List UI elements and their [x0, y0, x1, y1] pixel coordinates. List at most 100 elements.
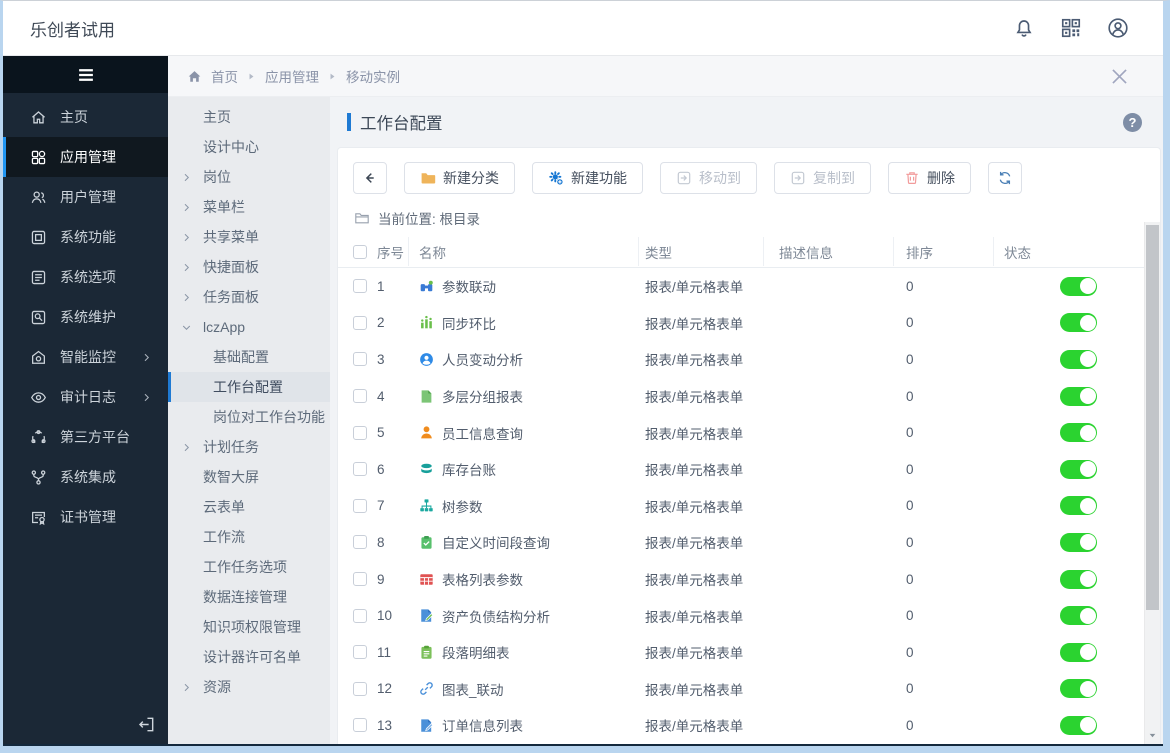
- row-checkbox[interactable]: [353, 279, 367, 294]
- row-checkbox[interactable]: [353, 572, 367, 587]
- sidebar-item-4[interactable]: 系统选项: [3, 257, 168, 297]
- status-toggle[interactable]: [1060, 715, 1097, 735]
- status-toggle[interactable]: [1060, 569, 1097, 589]
- row-checkbox[interactable]: [353, 718, 367, 733]
- subnav-item-4[interactable]: 共享菜单: [168, 222, 330, 252]
- subnav-item-7[interactable]: lczApp: [168, 312, 330, 342]
- row-sort: 0: [906, 644, 914, 660]
- workbench-panel: 新建分类 新建功能 移动到 复制到 删除 当前位置: 根目录 序号 名称 类型 …: [337, 147, 1161, 744]
- row-name[interactable]: 段落明细表: [442, 642, 510, 662]
- row-num: 4: [377, 388, 385, 404]
- hamburger-button[interactable]: [3, 56, 168, 93]
- sidebar-item-2[interactable]: 用户管理: [3, 177, 168, 217]
- status-toggle[interactable]: [1060, 386, 1097, 406]
- logout-button[interactable]: [137, 715, 156, 734]
- sidebar-item-9[interactable]: 系统集成: [3, 457, 168, 497]
- coins-icon: [419, 462, 434, 477]
- select-all-checkbox[interactable]: [353, 244, 367, 259]
- row-name[interactable]: 参数联动: [442, 276, 496, 296]
- breadcrumb-item[interactable]: 应用管理: [265, 66, 319, 86]
- subnav-item-0[interactable]: 主页: [168, 102, 330, 132]
- hamburger-icon: [76, 65, 96, 85]
- toolbar-button-0[interactable]: 新建分类: [404, 162, 515, 194]
- row-name[interactable]: 库存台账: [442, 459, 496, 479]
- toolbar-button-4[interactable]: 删除: [888, 162, 971, 194]
- subnav-item-11[interactable]: 计划任务: [168, 432, 330, 462]
- row-checkbox[interactable]: [353, 498, 367, 513]
- breadcrumb-item[interactable]: 移动实例: [346, 66, 400, 86]
- subnav-item-18[interactable]: 设计器许可名单: [168, 642, 330, 672]
- status-toggle[interactable]: [1060, 459, 1097, 479]
- row-name[interactable]: 自定义时间段查询: [442, 532, 550, 552]
- home-icon[interactable]: [187, 69, 202, 84]
- row-name[interactable]: 订单信息列表: [442, 715, 523, 735]
- clipboard-check-icon: [419, 535, 434, 550]
- row-checkbox[interactable]: [353, 389, 367, 404]
- toolbar-button-1[interactable]: 新建功能: [532, 162, 643, 194]
- vertical-scrollbar[interactable]: [1144, 222, 1160, 744]
- row-checkbox[interactable]: [353, 535, 367, 550]
- subnav-item-3[interactable]: 菜单栏: [168, 192, 330, 222]
- status-toggle[interactable]: [1060, 642, 1097, 662]
- help-icon[interactable]: ?: [1123, 112, 1142, 132]
- status-toggle[interactable]: [1060, 313, 1097, 333]
- sidebar-item-6[interactable]: 智能监控: [3, 337, 168, 377]
- subnav-item-14[interactable]: 工作流: [168, 522, 330, 552]
- bell-icon[interactable]: [1013, 17, 1035, 39]
- back-button[interactable]: [353, 162, 387, 194]
- subnav-item-label: 基础配置: [213, 349, 269, 365]
- subnav-item-5[interactable]: 快捷面板: [168, 252, 330, 282]
- row-checkbox[interactable]: [353, 425, 367, 440]
- subnav-item-9[interactable]: 工作台配置: [168, 372, 330, 402]
- subnav-item-15[interactable]: 工作任务选项: [168, 552, 330, 582]
- row-checkbox[interactable]: [353, 608, 367, 623]
- scrollbar-down-arrow[interactable]: [1145, 731, 1160, 740]
- status-toggle[interactable]: [1060, 606, 1097, 626]
- sidebar-item-3[interactable]: 系统功能: [3, 217, 168, 257]
- subnav-item-16[interactable]: 数据连接管理: [168, 582, 330, 612]
- subnav-item-13[interactable]: 云表单: [168, 492, 330, 522]
- status-toggle[interactable]: [1060, 496, 1097, 516]
- sidebar-item-5[interactable]: 系统维护: [3, 297, 168, 337]
- status-toggle[interactable]: [1060, 679, 1097, 699]
- refresh-button[interactable]: [988, 162, 1022, 194]
- sidebar-item-10[interactable]: 证书管理: [3, 497, 168, 537]
- avatar-icon[interactable]: [1107, 17, 1129, 39]
- subnav-item-19[interactable]: 资源: [168, 672, 330, 702]
- sidebar-item-8[interactable]: 第三方平台: [3, 417, 168, 457]
- row-name[interactable]: 人员变动分析: [442, 349, 523, 369]
- row-name[interactable]: 同步环比: [442, 313, 496, 333]
- subnav-item-6[interactable]: 任务面板: [168, 282, 330, 312]
- row-checkbox[interactable]: [353, 462, 367, 477]
- sidebar-item-label: 审计日志: [60, 389, 116, 405]
- sidebar-item-7[interactable]: 审计日志: [3, 377, 168, 417]
- subnav-item-8[interactable]: 基础配置: [168, 342, 330, 372]
- status-toggle[interactable]: [1060, 349, 1097, 369]
- row-name[interactable]: 资产负债结构分析: [442, 606, 550, 626]
- row-checkbox[interactable]: [353, 352, 367, 367]
- row-name[interactable]: 表格列表参数: [442, 569, 523, 589]
- row-name[interactable]: 多层分组报表: [442, 386, 523, 406]
- status-toggle[interactable]: [1060, 532, 1097, 552]
- row-checkbox[interactable]: [353, 315, 367, 330]
- status-toggle[interactable]: [1060, 276, 1097, 296]
- subnav-item-2[interactable]: 岗位: [168, 162, 330, 192]
- close-icon[interactable]: [1109, 66, 1130, 87]
- row-checkbox[interactable]: [353, 681, 367, 696]
- row-num: 12: [377, 681, 393, 697]
- sidebar-item-0[interactable]: 主页: [3, 97, 168, 137]
- clipboard-lines-icon: [419, 645, 434, 660]
- subnav-item-10[interactable]: 岗位对工作台功能: [168, 402, 330, 432]
- subnav-item-12[interactable]: 数智大屏: [168, 462, 330, 492]
- breadcrumb-item[interactable]: 首页: [211, 66, 238, 86]
- subnav-item-17[interactable]: 知识项权限管理: [168, 612, 330, 642]
- row-name[interactable]: 树参数: [442, 496, 483, 516]
- row-name[interactable]: 员工信息查询: [442, 423, 523, 443]
- subnav-item-1[interactable]: 设计中心: [168, 132, 330, 162]
- sidebar-item-1[interactable]: 应用管理: [3, 137, 168, 177]
- status-toggle[interactable]: [1060, 423, 1097, 443]
- row-name[interactable]: 图表_联动: [442, 679, 504, 699]
- qr-code-icon[interactable]: [1060, 17, 1082, 39]
- scrollbar-thumb[interactable]: [1146, 225, 1159, 610]
- row-checkbox[interactable]: [353, 645, 367, 660]
